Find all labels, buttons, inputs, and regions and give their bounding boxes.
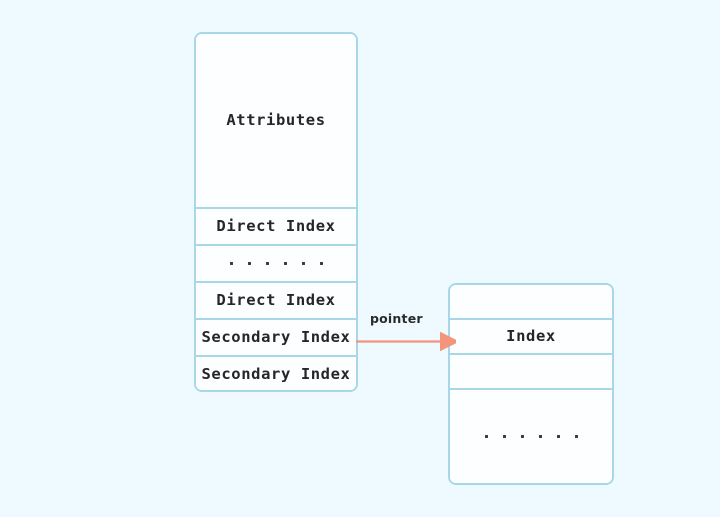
row-ellipsis-left xyxy=(196,246,356,283)
row-attributes: Attributes xyxy=(196,34,356,209)
ellipsis-dots-left xyxy=(229,246,323,281)
inode-block: Attributes Direct Index Direct Index Sec… xyxy=(194,32,358,392)
row-direct-index-1: Direct Index xyxy=(196,209,356,246)
dot xyxy=(484,435,488,438)
ellipsis-dots-right xyxy=(484,390,578,483)
dot xyxy=(574,435,578,438)
cell-label-direct-index-1: Direct Index xyxy=(216,216,336,235)
row-direct-index-2: Direct Index xyxy=(196,283,356,320)
cell-label-index: Index xyxy=(506,326,556,345)
row-index-empty-bottom xyxy=(450,355,612,390)
dot xyxy=(319,262,323,265)
cell-label-secondary-index-2: Secondary Index xyxy=(201,365,351,384)
dot xyxy=(502,435,506,438)
dot xyxy=(538,435,542,438)
dot xyxy=(556,435,560,438)
row-secondary-index-1: Secondary Index xyxy=(196,320,356,357)
dot xyxy=(283,262,287,265)
row-secondary-index-2: Secondary Index xyxy=(196,357,356,390)
row-index-label: Index xyxy=(450,320,612,355)
dot xyxy=(229,262,233,265)
cell-label-secondary-index-1: Secondary Index xyxy=(201,327,351,346)
cell-label-direct-index-2: Direct Index xyxy=(216,290,336,309)
dot xyxy=(520,435,524,438)
dot xyxy=(265,262,269,265)
cell-label-attributes: Attributes xyxy=(226,110,326,129)
row-index-empty-top xyxy=(450,285,612,320)
row-ellipsis-right xyxy=(450,390,612,483)
dot xyxy=(301,262,305,265)
diagram-canvas: Attributes Direct Index Direct Index Sec… xyxy=(0,0,720,517)
dot xyxy=(247,262,251,265)
pointer-arrow-icon xyxy=(356,331,456,352)
index-block: Index xyxy=(448,283,614,485)
pointer-label: pointer xyxy=(370,311,423,326)
